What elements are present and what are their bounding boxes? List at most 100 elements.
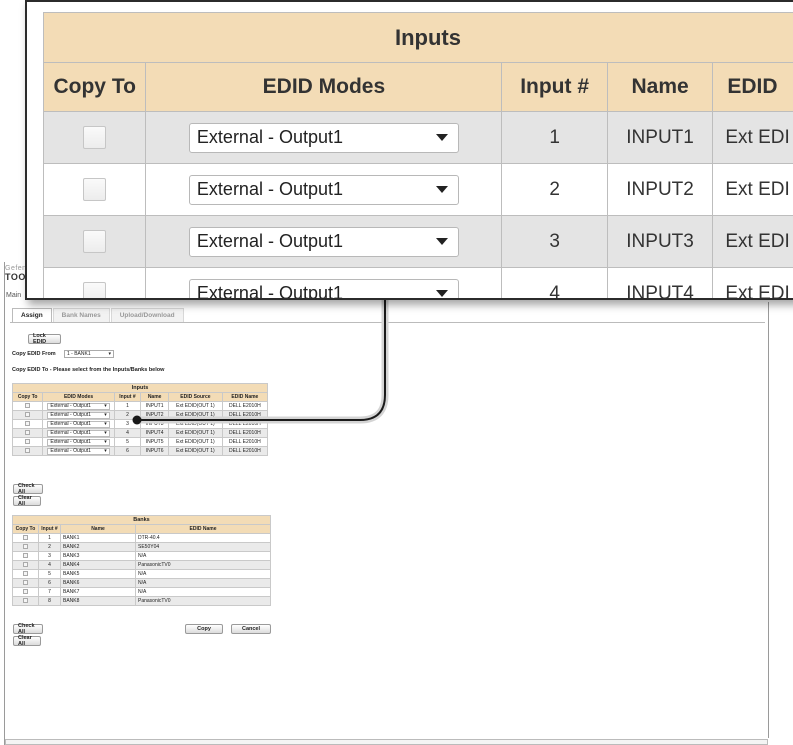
edid-mode-cell: External - Output1 bbox=[145, 267, 503, 300]
copy-to-checkbox[interactable] bbox=[23, 535, 28, 541]
copy-to-checkbox[interactable] bbox=[23, 553, 28, 559]
copy-to-cell bbox=[12, 542, 39, 552]
copy-to-checkbox[interactable] bbox=[25, 448, 31, 454]
copy-to-cell bbox=[42, 111, 147, 164]
table-row: External - Output1 1 INPUT1 Ext EDI bbox=[42, 111, 793, 164]
copy-to-cell bbox=[11, 419, 44, 429]
edid-mode-select[interactable]: External - Output1 ▾ bbox=[47, 438, 110, 446]
input-name: INPUT5 bbox=[140, 437, 170, 447]
table-row: 5 BANK5 N/A bbox=[12, 569, 271, 579]
bank-name: BANK4 bbox=[60, 560, 136, 570]
copy-to-checkbox[interactable] bbox=[25, 421, 31, 427]
bank-number: 4 bbox=[38, 560, 61, 570]
inputs-table-title: Inputs bbox=[12, 383, 268, 393]
tab-bank-names[interactable]: Bank Names bbox=[52, 308, 110, 322]
table-row: External - Output1 2 INPUT2 Ext EDI bbox=[42, 163, 793, 216]
copy-to-checkbox[interactable] bbox=[23, 544, 28, 550]
copy-to-cell bbox=[12, 569, 39, 579]
edid-mode-cell: External - Output1 ▾ bbox=[42, 446, 115, 456]
edid-name: DELL E2010H bbox=[221, 446, 269, 456]
bank-name: BANK1 bbox=[60, 533, 136, 543]
copy-to-cell bbox=[11, 410, 44, 420]
edid-mode-cell: External - Output1 bbox=[145, 163, 503, 216]
edid-mode-cell: External - Output1 ▾ bbox=[42, 419, 115, 429]
copy-to-checkbox[interactable] bbox=[23, 589, 28, 595]
copy-to-checkbox[interactable] bbox=[23, 571, 28, 577]
bank-number: 3 bbox=[38, 551, 61, 561]
edid-name: PanasonicTV0 bbox=[135, 596, 271, 606]
copy-to-checkbox[interactable] bbox=[25, 430, 31, 436]
copy-to-checkbox[interactable] bbox=[23, 598, 28, 604]
copy-to-checkbox[interactable] bbox=[83, 282, 107, 298]
input-number: 3 bbox=[113, 419, 142, 429]
edid-mode-value: External - Output1 bbox=[196, 179, 343, 199]
window-border-left bbox=[4, 262, 5, 745]
copy-to-checkbox[interactable] bbox=[83, 230, 107, 253]
edid-mode-select[interactable]: External - Output1 ▾ bbox=[47, 402, 110, 410]
copy-to-checkbox[interactable] bbox=[83, 178, 107, 201]
table-row: External - Output1 ▾ 5 INPUT5 Ext EDID(OU… bbox=[11, 437, 269, 447]
input-number: 5 bbox=[113, 437, 142, 447]
bank-name: BANK2 bbox=[60, 542, 136, 552]
clear-all-banks-button[interactable]: Clear All bbox=[13, 635, 41, 647]
copy-to-checkbox[interactable] bbox=[25, 439, 31, 445]
copy-to-checkbox[interactable] bbox=[23, 562, 28, 568]
edid-mode-value: External - Output1 bbox=[196, 231, 343, 251]
edid-mode-select[interactable]: External - Output1 ▾ bbox=[47, 411, 110, 419]
table-row: 8 BANK8 PanasonicTV0 bbox=[12, 596, 271, 606]
bank-name: BANK6 bbox=[60, 578, 136, 588]
input-number: 1 bbox=[501, 111, 608, 164]
cancel-button[interactable]: Cancel bbox=[231, 624, 271, 634]
tab-assign[interactable]: Assign bbox=[12, 308, 52, 322]
copy-to-checkbox[interactable] bbox=[23, 580, 28, 586]
col-name: Name bbox=[140, 392, 170, 402]
copy-from-label: Copy EDID From bbox=[12, 351, 56, 357]
edid-mode-select[interactable]: External - Output1 bbox=[188, 278, 459, 300]
lock-edid-button[interactable]: Lock EDID bbox=[28, 333, 61, 345]
edid-name: DELL E2010H bbox=[221, 437, 269, 447]
edid-mode-value: External - Output1 bbox=[196, 283, 343, 300]
copy-to-cell bbox=[12, 587, 39, 597]
copy-button[interactable]: Copy bbox=[185, 624, 223, 634]
edid-mode-select[interactable]: External - Output1 bbox=[188, 174, 459, 205]
edid-mode-cell: External - Output1 ▾ bbox=[42, 401, 115, 411]
edid-mode-select[interactable]: External - Output1 ▾ bbox=[47, 429, 110, 437]
main-menu[interactable]: Main bbox=[6, 292, 21, 299]
bank-name: BANK7 bbox=[60, 587, 136, 597]
edid-mode-select[interactable]: External - Output1 ▾ bbox=[47, 420, 110, 428]
edid-mode-select[interactable]: External - Output1 bbox=[188, 122, 459, 153]
input-number: 4 bbox=[113, 428, 142, 438]
edid-name: DELL E2010H bbox=[221, 428, 269, 438]
zoom-col-name: Name bbox=[606, 62, 714, 112]
clear-all-inputs-button[interactable]: Clear All bbox=[13, 495, 41, 507]
edid-mode-value: External - Output1 bbox=[50, 421, 91, 427]
copy-to-cell bbox=[11, 401, 44, 411]
chevron-down-icon: ▾ bbox=[104, 421, 107, 427]
tab-upload-download[interactable]: Upload/Download bbox=[110, 308, 184, 322]
edid-mode-cell: External - Output1 ▾ bbox=[42, 437, 115, 447]
edid-name: N/A bbox=[135, 578, 271, 588]
edid-mode-select[interactable]: External - Output1 bbox=[188, 226, 459, 257]
bank-number: 6 bbox=[38, 578, 61, 588]
input-number: 4 bbox=[501, 267, 608, 298]
edid-name: SE50Y04 bbox=[135, 542, 271, 552]
chevron-down-icon bbox=[435, 238, 448, 245]
edid-mode-select[interactable]: External - Output1 ▾ bbox=[47, 447, 110, 455]
input-number: 2 bbox=[113, 410, 142, 420]
check-all-inputs-button[interactable]: Check All bbox=[13, 483, 43, 495]
chevron-down-icon: ▾ bbox=[104, 439, 107, 445]
col-name: Name bbox=[60, 524, 136, 534]
check-all-banks-button[interactable]: Check All bbox=[13, 623, 43, 635]
input-name: INPUT4 bbox=[140, 428, 170, 438]
bank-number: 1 bbox=[38, 533, 61, 543]
copy-from-select[interactable]: 1 - BANK1 ▾ bbox=[64, 350, 114, 358]
copy-to-checkbox[interactable] bbox=[25, 412, 31, 418]
col-copy-to: Copy To bbox=[12, 524, 39, 534]
edid-source: Ext EDI bbox=[712, 163, 793, 216]
horizontal-scrollbar[interactable] bbox=[5, 739, 768, 745]
edid-mode-value: External - Output1 bbox=[196, 127, 343, 147]
copy-to-checkbox[interactable] bbox=[25, 403, 31, 409]
chevron-down-icon: ▾ bbox=[104, 430, 107, 436]
edid-source: Ext EDI bbox=[712, 267, 793, 298]
copy-to-checkbox[interactable] bbox=[83, 126, 107, 149]
